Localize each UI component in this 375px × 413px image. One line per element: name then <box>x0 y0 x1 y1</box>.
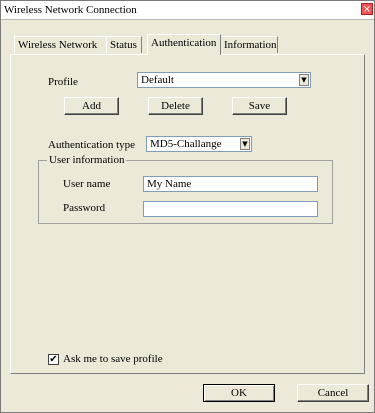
dialog-window: Wireless Network Connection × Wireless N… <box>0 0 375 413</box>
cancel-button-label: Cancel <box>317 387 349 399</box>
cancel-button[interactable]: Cancel <box>297 384 369 402</box>
authentication-type-value: MD5-Challange <box>150 138 222 150</box>
delete-button[interactable]: Delete <box>148 97 203 115</box>
password-label: Password <box>63 202 106 214</box>
delete-button-label: Delete <box>161 100 190 112</box>
ask-save-checkbox[interactable]: ✔ <box>48 354 59 365</box>
ask-save-label: Ask me to save profile <box>63 353 163 365</box>
ok-button[interactable]: OK <box>203 384 275 402</box>
chevron-down-icon[interactable]: ▼ <box>299 74 309 86</box>
profile-label: Profile <box>48 76 78 88</box>
tab-information[interactable]: Information <box>220 36 278 53</box>
username-label: User name <box>63 178 111 190</box>
tab-authentication[interactable]: Authentication <box>147 34 221 55</box>
authentication-type-select[interactable]: MD5-Challange ▼ <box>146 136 252 152</box>
check-icon: ✔ <box>49 354 58 365</box>
tab-label: Authentication <box>151 37 217 49</box>
ok-button-label: OK <box>231 387 247 399</box>
tab-status[interactable]: Status <box>106 36 142 53</box>
close-icon[interactable]: × <box>361 3 373 15</box>
tab-label: Status <box>110 39 137 51</box>
add-button[interactable]: Add <box>64 97 119 115</box>
profile-select-value: Default <box>141 74 174 86</box>
password-field[interactable] <box>143 201 318 217</box>
chevron-down-icon[interactable]: ▼ <box>240 138 250 150</box>
user-information-title: User information <box>47 154 127 166</box>
tab-label: Wireless Network <box>18 39 98 51</box>
save-button[interactable]: Save <box>232 97 287 115</box>
tab-label: Information <box>224 39 277 51</box>
window-title: Wireless Network Connection <box>4 4 137 16</box>
authentication-type-label: Authentication type <box>48 139 136 151</box>
profile-select[interactable]: Default ▼ <box>137 72 311 88</box>
save-button-label: Save <box>248 100 271 112</box>
username-field[interactable]: My Name <box>143 176 318 192</box>
title-bar: Wireless Network Connection × <box>1 1 374 20</box>
tab-wireless-network[interactable]: Wireless Network <box>14 36 107 53</box>
username-value: My Name <box>147 178 192 190</box>
add-button-label: Add <box>82 100 101 112</box>
